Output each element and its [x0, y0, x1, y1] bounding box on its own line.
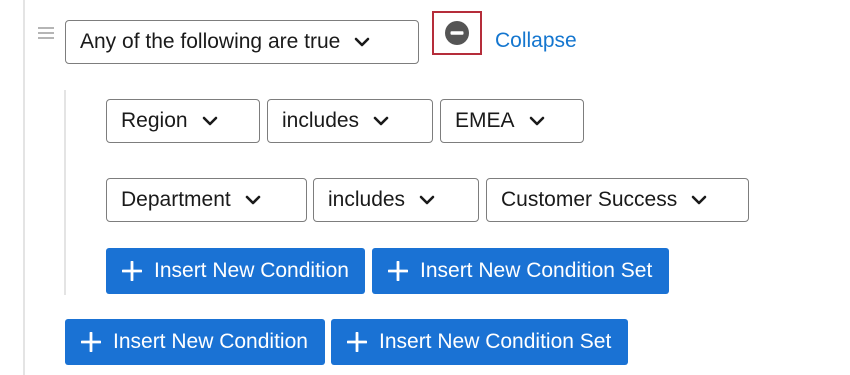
- plus-icon: [81, 332, 101, 352]
- plus-icon: [388, 261, 408, 281]
- plus-icon: [347, 332, 367, 352]
- outer-insert-condition-button[interactable]: Insert New Condition: [65, 319, 325, 365]
- chevron-down-icon: [354, 37, 370, 47]
- condition-2-field-value: Department: [121, 188, 231, 211]
- condition-2-operator-value: includes: [328, 188, 406, 211]
- chevron-down-icon: [691, 195, 707, 205]
- condition-1-value: EMEA: [455, 109, 515, 132]
- outer-insert-condition-label: Insert New Condition: [113, 330, 308, 353]
- outer-insert-condition-set-label: Insert New Condition Set: [379, 330, 612, 353]
- drag-handle-icon[interactable]: [38, 27, 54, 41]
- condition-2-field-select[interactable]: Department: [106, 178, 307, 222]
- inner-insert-condition-set-button[interactable]: Insert New Condition Set: [372, 248, 669, 294]
- inner-insert-condition-label: Insert New Condition: [154, 259, 349, 282]
- outer-tree-guide-line: [23, 0, 25, 375]
- remove-condition-set-button[interactable]: [432, 11, 482, 55]
- chevron-down-icon: [373, 116, 389, 126]
- chevron-down-icon: [202, 116, 218, 126]
- chevron-down-icon: [245, 195, 261, 205]
- condition-1-field-value: Region: [121, 109, 188, 132]
- chevron-down-icon: [529, 116, 545, 126]
- inner-insert-condition-button[interactable]: Insert New Condition: [106, 248, 365, 294]
- plus-icon: [122, 261, 142, 281]
- condition-1-value-select[interactable]: EMEA: [440, 99, 584, 143]
- logic-select[interactable]: Any of the following are true: [65, 20, 419, 64]
- condition-1-operator-value: includes: [282, 109, 360, 132]
- outer-insert-condition-set-button[interactable]: Insert New Condition Set: [331, 319, 628, 365]
- condition-2-value-select[interactable]: Customer Success: [486, 178, 749, 222]
- inner-tree-guide-line: [64, 90, 66, 295]
- logic-select-value: Any of the following are true: [80, 30, 341, 53]
- condition-2-operator-select[interactable]: includes: [313, 178, 479, 222]
- chevron-down-icon: [419, 195, 435, 205]
- condition-2-value: Customer Success: [501, 188, 678, 211]
- collapse-link[interactable]: Collapse: [495, 29, 577, 53]
- condition-1-operator-select[interactable]: includes: [267, 99, 433, 143]
- inner-insert-condition-set-label: Insert New Condition Set: [420, 259, 653, 282]
- minus-circle-icon: [444, 20, 470, 46]
- condition-1-field-select[interactable]: Region: [106, 99, 260, 143]
